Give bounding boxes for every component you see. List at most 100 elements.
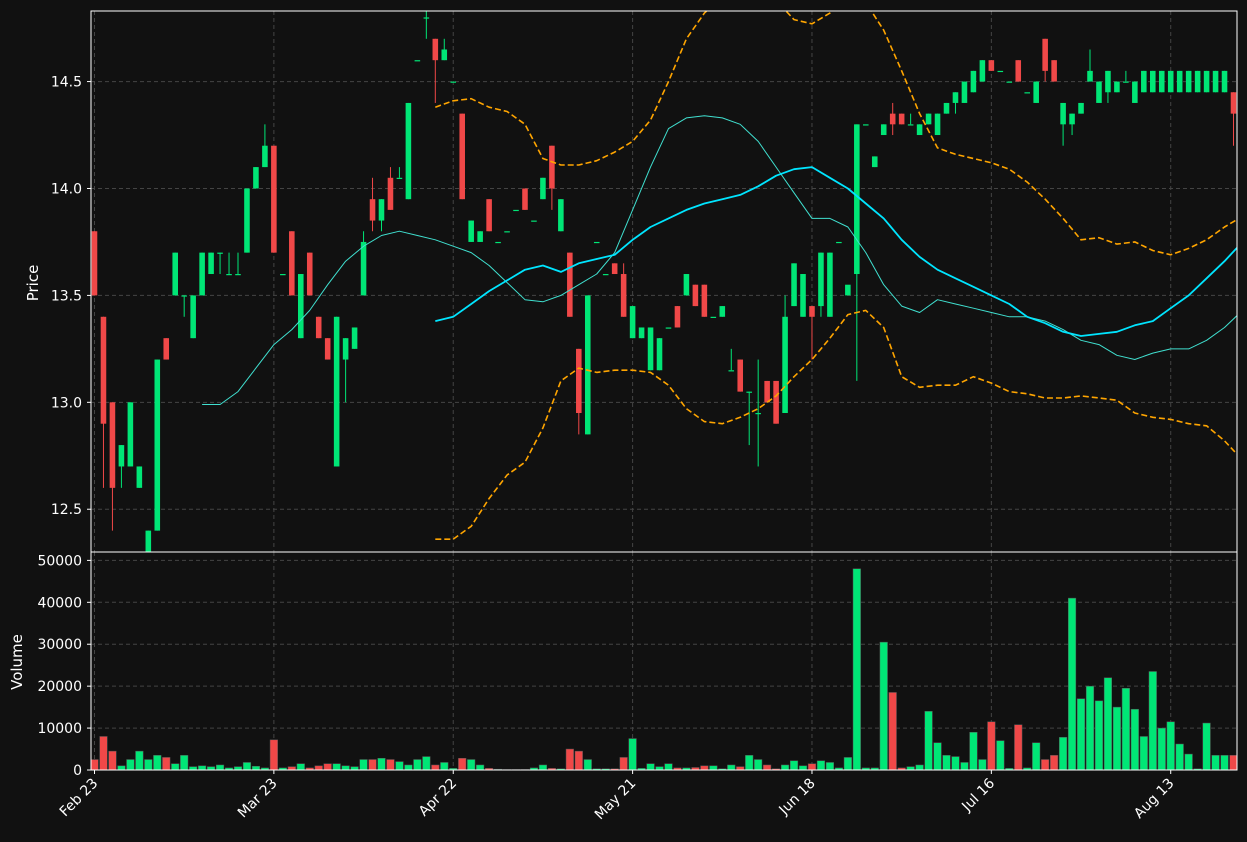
candle-body [1185,70,1192,93]
volume-bar [1229,755,1237,770]
candle-body [809,306,815,317]
candle-body [181,295,187,297]
candle-body [1105,70,1111,93]
chart-background [0,0,1247,842]
volume-bar [825,762,834,770]
candle-body [360,241,367,296]
volume-bar [108,750,117,770]
volume-bar [906,766,915,770]
volume-bar [888,692,897,770]
candle-body [871,156,878,168]
candle-body [638,327,645,339]
volume-bar [413,759,422,770]
candlestick-chart: 12.5 13.0 13.5 14.0 14.5 0 10000 20000 30000 400… [0,0,1247,842]
volume-bar [1041,759,1050,770]
candle-body [773,380,779,424]
candle-body [127,402,134,467]
candle-body [1096,81,1102,103]
candle-body [244,188,250,253]
volume-bar [377,758,386,770]
volume-bar [1130,708,1139,770]
candle-body [540,177,546,200]
candle-body [961,81,968,103]
volume-bar [1059,737,1068,770]
volume-bar [1148,671,1157,770]
volume-axis-label: Volume [8,634,26,690]
volume-bar [1121,688,1130,770]
volume-bar [852,568,861,770]
volume-bar [574,750,583,770]
price-tick-label: 13.5 [51,288,82,304]
volume-bar [987,721,996,770]
candle-body [504,231,510,233]
candle-body [1006,81,1013,83]
candle-body [306,252,313,296]
volume-bar [404,764,413,770]
volume-bar [180,755,189,770]
price-tick-label: 14.5 [51,75,82,91]
volume-bar [135,750,144,770]
volume-bar [924,711,933,770]
candle-body [495,241,501,244]
volume-bar [664,763,673,770]
candle-body [593,241,600,244]
volume-bar [879,641,888,770]
candle-body [423,17,430,19]
volume-bar [1103,677,1113,770]
candle-body [1051,60,1057,82]
candle-body [584,295,591,435]
volume-bar [1112,706,1121,770]
candle-body [943,102,950,114]
volume-bar [960,762,969,770]
volume-bar [332,763,341,770]
candle-body [387,177,394,210]
volume-bar [467,759,476,770]
candle-body [342,338,349,360]
candle-body [369,199,376,221]
volume-tick-label: 30000 [37,637,82,653]
candle-body [280,274,286,276]
volume-bar [807,763,817,770]
volume-tick-label: 10000 [37,721,82,737]
candle-body [611,263,618,275]
candle-body [477,231,483,242]
volume-bar [951,756,960,770]
candle-body [1060,102,1066,125]
candle-body [979,60,986,82]
volume-bar [368,759,377,770]
volume-bar [1076,698,1086,770]
volume-bar [395,761,404,770]
candle-body [925,113,932,125]
candle-body [253,167,259,189]
volume-bar [798,765,808,770]
candle-body [764,380,770,403]
candle-body [710,316,717,318]
candle-body [396,177,403,179]
volume-bar [843,757,852,770]
volume-tick-label: 40000 [37,595,82,611]
volume-bar [162,757,171,770]
candle-body [791,263,797,307]
volume-bar [781,764,790,770]
volume-bar [736,766,745,770]
candle-body [1069,113,1075,125]
candle-body [199,252,205,296]
candle-body [898,113,905,125]
candle-body [405,102,412,200]
candle-body [782,316,788,414]
volume-bar [341,765,350,770]
volume-bar [233,766,243,770]
candle-body [324,338,331,360]
candle-body [567,252,573,317]
candle-body [1042,38,1048,71]
volume-bar [565,748,574,770]
candle-body [620,274,627,317]
volume-bar [359,759,368,770]
candle-body [1141,70,1147,93]
candle-body [549,145,555,189]
candle-body [656,338,663,371]
candle-body [683,274,690,296]
volume-bar [189,766,198,770]
volume-bar [646,763,655,770]
volume-bar [619,757,628,770]
